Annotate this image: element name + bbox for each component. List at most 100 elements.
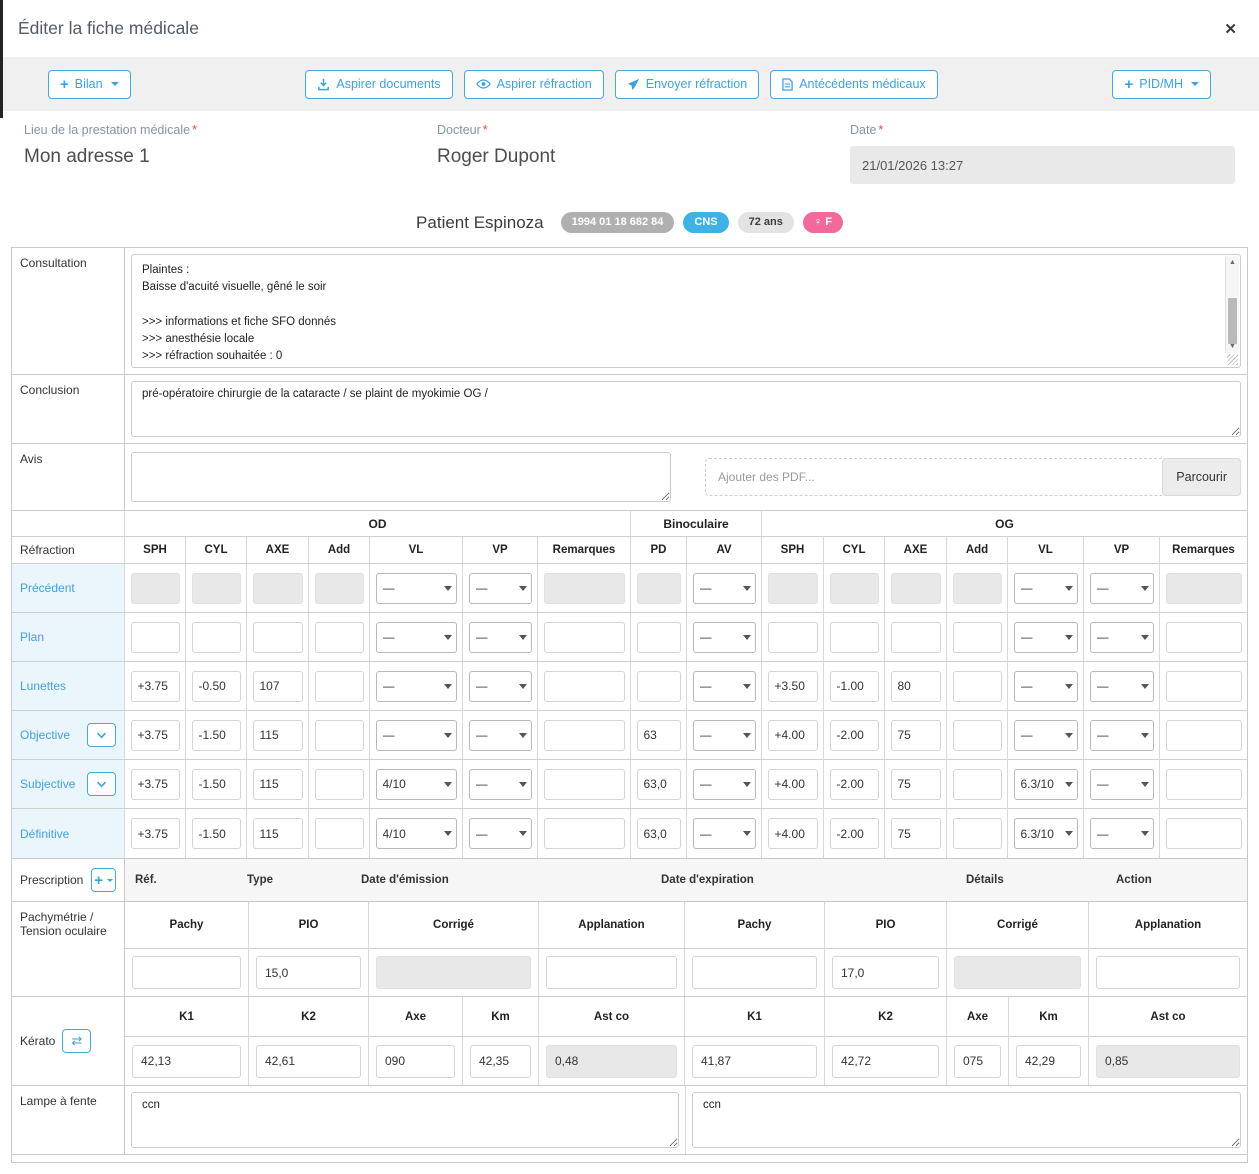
resize-grip-icon[interactable] xyxy=(1227,354,1238,365)
rx-input-plan-0[interactable] xyxy=(131,622,180,653)
kerato-input-3[interactable] xyxy=(470,1045,531,1078)
rx-input-subjective-6[interactable] xyxy=(544,769,625,800)
aspirer-documents-button[interactable]: Aspirer documents xyxy=(305,70,452,99)
rx-input-subjective-1[interactable] xyxy=(192,769,241,800)
envoyer-refraction-button[interactable]: Envoyer réfraction xyxy=(615,70,759,99)
rx-input-definitive-3[interactable] xyxy=(315,818,364,849)
pachy-input-5[interactable] xyxy=(832,956,939,989)
rx-input-precedent-3[interactable] xyxy=(315,573,364,604)
rx-select-plan-8[interactable]: — xyxy=(693,622,756,653)
rx-input-lunettes-15[interactable] xyxy=(1166,671,1242,702)
rx-input-definitive-10[interactable] xyxy=(830,818,879,849)
rx-input-subjective-12[interactable] xyxy=(953,769,1002,800)
rx-input-plan-3[interactable] xyxy=(315,622,364,653)
rx-select-lunettes-4[interactable]: — xyxy=(376,671,457,702)
pachy-input-1[interactable] xyxy=(256,956,361,989)
rx-input-definitive-9[interactable] xyxy=(768,818,818,849)
rx-select-objective-5[interactable]: — xyxy=(469,720,532,751)
rx-input-subjective-15[interactable] xyxy=(1166,769,1242,800)
kerato-input-2[interactable] xyxy=(376,1045,455,1078)
rx-input-objective-9[interactable] xyxy=(768,720,818,751)
kerato-input-7[interactable] xyxy=(954,1045,1001,1078)
rx-select-definitive-4[interactable]: 4/10 xyxy=(376,818,457,849)
rx-input-plan-1[interactable] xyxy=(192,622,241,653)
rx-input-subjective-11[interactable] xyxy=(891,769,941,800)
browse-button[interactable]: Parcourir xyxy=(1162,458,1241,496)
rx-input-subjective-7[interactable] xyxy=(637,769,681,800)
rx-input-precedent-7[interactable] xyxy=(637,573,681,604)
rx-input-definitive-6[interactable] xyxy=(544,818,625,849)
rx-select-objective-8[interactable]: — xyxy=(693,720,756,751)
rx-select-precedent-14[interactable]: — xyxy=(1090,573,1154,604)
scrollbar-thumb[interactable] xyxy=(1228,298,1237,344)
rx-input-subjective-3[interactable] xyxy=(315,769,364,800)
rx-input-precedent-2[interactable] xyxy=(253,573,303,604)
pachy-input-3[interactable] xyxy=(546,956,677,989)
aspirer-refraction-button[interactable]: Aspirer réfraction xyxy=(464,70,604,99)
pachy-input-6[interactable] xyxy=(954,956,1081,989)
rx-input-lunettes-3[interactable] xyxy=(315,671,364,702)
rx-select-objective-14[interactable]: — xyxy=(1090,720,1154,751)
slit-lamp-od-textarea[interactable]: ccn xyxy=(131,1092,679,1148)
rx-select-definitive-8[interactable]: — xyxy=(693,818,756,849)
rx-input-definitive-11[interactable] xyxy=(891,818,941,849)
antecedents-medicaux-button[interactable]: Antécédents médicaux xyxy=(770,70,937,99)
rx-input-lunettes-0[interactable] xyxy=(131,671,180,702)
rx-input-objective-10[interactable] xyxy=(830,720,879,751)
rx-input-lunettes-10[interactable] xyxy=(830,671,879,702)
pachy-input-4[interactable] xyxy=(692,956,817,989)
docteur-value[interactable]: Roger Dupont xyxy=(437,146,850,168)
rx-input-plan-6[interactable] xyxy=(544,622,625,653)
rx-input-plan-12[interactable] xyxy=(953,622,1002,653)
conclusion-textarea[interactable]: pré-opératoire chirurgie de la cataracte… xyxy=(131,381,1241,437)
pachy-input-0[interactable] xyxy=(132,956,241,989)
bilan-button[interactable]: + Bilan xyxy=(48,70,131,99)
rx-input-objective-3[interactable] xyxy=(315,720,364,751)
rx-input-plan-15[interactable] xyxy=(1166,622,1242,653)
pdf-upload-input[interactable] xyxy=(705,458,1241,496)
rx-select-objective-4[interactable]: — xyxy=(376,720,457,751)
kerato-input-6[interactable] xyxy=(832,1045,939,1078)
rx-input-objective-1[interactable] xyxy=(192,720,241,751)
slit-lamp-og-textarea[interactable]: ccn xyxy=(692,1092,1241,1148)
rx-input-plan-7[interactable] xyxy=(637,622,681,653)
scroll-up-icon[interactable]: ▲ xyxy=(1226,259,1239,266)
rx-input-definitive-15[interactable] xyxy=(1166,818,1242,849)
rx-input-definitive-0[interactable] xyxy=(131,818,180,849)
rx-select-precedent-4[interactable]: — xyxy=(376,573,457,604)
rx-input-plan-11[interactable] xyxy=(891,622,941,653)
kerato-input-1[interactable] xyxy=(256,1045,361,1078)
kerato-input-0[interactable] xyxy=(132,1045,241,1078)
kerato-input-4[interactable] xyxy=(546,1045,677,1078)
refraction-objective-dropdown-button[interactable] xyxy=(87,723,116,747)
rx-select-plan-13[interactable]: — xyxy=(1014,622,1078,653)
rx-input-lunettes-2[interactable] xyxy=(253,671,303,702)
rx-select-plan-5[interactable]: — xyxy=(469,622,532,653)
rx-input-precedent-15[interactable] xyxy=(1166,573,1242,604)
rx-input-lunettes-11[interactable] xyxy=(891,671,941,702)
avis-textarea[interactable] xyxy=(131,452,671,502)
rx-input-precedent-9[interactable] xyxy=(768,573,818,604)
rx-input-plan-10[interactable] xyxy=(830,622,879,653)
refraction-subjective-dropdown-button[interactable] xyxy=(87,772,116,796)
rx-select-objective-13[interactable]: — xyxy=(1014,720,1078,751)
rx-input-precedent-6[interactable] xyxy=(544,573,625,604)
rx-input-lunettes-12[interactable] xyxy=(953,671,1002,702)
rx-input-definitive-1[interactable] xyxy=(192,818,241,849)
lieu-value[interactable]: Mon adresse 1 xyxy=(24,146,437,168)
rx-input-lunettes-6[interactable] xyxy=(544,671,625,702)
consultation-textarea[interactable]: Plaintes : Baisse d'acuité visuelle, gên… xyxy=(131,254,1241,368)
swap-values-button[interactable]: ⇄ xyxy=(62,1029,91,1053)
rx-input-precedent-12[interactable] xyxy=(953,573,1002,604)
add-prescription-button[interactable]: + xyxy=(91,868,116,892)
rx-select-plan-14[interactable]: — xyxy=(1090,622,1154,653)
kerato-input-9[interactable] xyxy=(1096,1045,1240,1078)
rx-input-objective-7[interactable] xyxy=(637,720,681,751)
rx-select-precedent-13[interactable]: — xyxy=(1014,573,1078,604)
rx-select-precedent-5[interactable]: — xyxy=(469,573,532,604)
rx-input-objective-15[interactable] xyxy=(1166,720,1242,751)
rx-input-plan-2[interactable] xyxy=(253,622,303,653)
rx-select-lunettes-8[interactable]: — xyxy=(693,671,756,702)
kerato-input-5[interactable] xyxy=(692,1045,817,1078)
rx-input-lunettes-9[interactable] xyxy=(768,671,818,702)
